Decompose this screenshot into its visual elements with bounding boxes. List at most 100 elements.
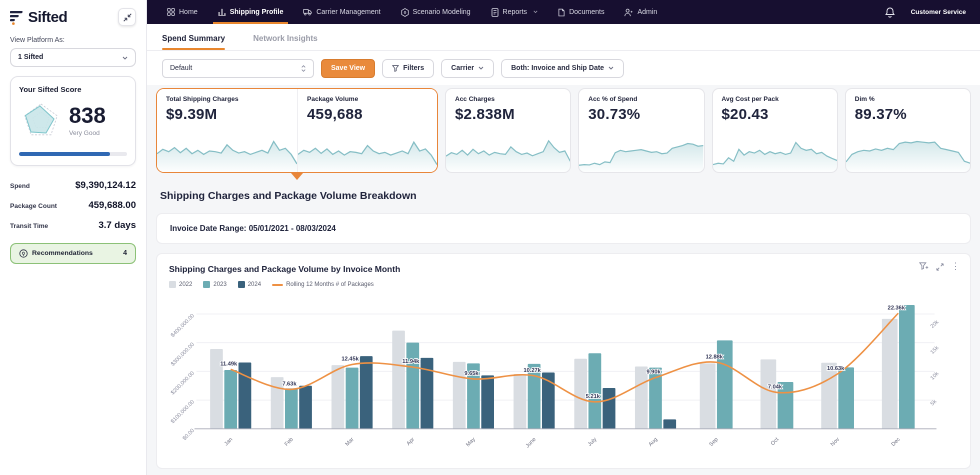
sparkline: [446, 130, 570, 172]
legend-label: 2022: [179, 282, 192, 288]
svg-text:7.63k: 7.63k: [282, 381, 297, 387]
svg-text:20k: 20k: [930, 319, 941, 330]
nav-item-documents[interactable]: Documents: [548, 0, 614, 24]
notifications-bell-button[interactable]: [885, 7, 895, 18]
nav-item-home[interactable]: Home: [157, 0, 208, 24]
svg-text:12.45k: 12.45k: [341, 357, 359, 363]
nav-item-reports[interactable]: Reports: [481, 0, 549, 24]
customer-service-button[interactable]: Customer Service: [911, 9, 966, 16]
sidebar-stats: Spend $9,390,124.12 Package Count 459,68…: [10, 175, 136, 235]
svg-text:10.63k: 10.63k: [827, 366, 845, 372]
tab-network-insights[interactable]: Network Insights: [253, 34, 317, 50]
chevron-down-icon: [533, 10, 538, 14]
kpi-card-acc-pct-of-spend[interactable]: Acc % of Spend 30.73%: [578, 88, 704, 173]
file-icon: [558, 8, 565, 17]
svg-text:$400,000.00: $400,000.00: [170, 313, 196, 339]
nav-label: Admin: [637, 9, 657, 16]
legend-swatch-2024: [238, 281, 245, 288]
kpi-value: $20.43: [713, 103, 837, 123]
chart-menu-button[interactable]: ⋮: [951, 262, 960, 271]
kpi-card-package-volume[interactable]: Package Volume 459,688: [297, 89, 437, 172]
nav-item-admin[interactable]: Admin: [614, 0, 667, 24]
expand-icon: [936, 263, 944, 271]
unfold-more-icon: [301, 65, 306, 72]
svg-text:10.27k: 10.27k: [524, 368, 542, 374]
legend-item-2022[interactable]: 2022: [169, 281, 192, 288]
nav-label: Documents: [569, 9, 604, 16]
nav-item-carrier-management[interactable]: Carrier Management: [293, 0, 390, 24]
chart-controls: ⋮: [919, 262, 960, 271]
chart-title: Shipping Charges and Package Volume by I…: [169, 264, 958, 274]
nav-item-scenario-modeling[interactable]: Scenario Modeling: [391, 0, 481, 24]
stat-row-spend: Spend $9,390,124.12: [10, 175, 136, 195]
funnel-settings-icon: [919, 262, 929, 271]
date-mode-label: Both: Invoice and Ship Date: [511, 65, 604, 72]
chart-expand-button[interactable]: [936, 263, 944, 271]
carrier-select[interactable]: Carrier: [441, 59, 494, 78]
save-view-button[interactable]: Save View: [321, 59, 375, 78]
tab-spend-summary[interactable]: Spend Summary: [162, 34, 225, 50]
svg-text:5.21k: 5.21k: [586, 394, 601, 400]
chevron-down-icon: [478, 66, 484, 70]
nav-label: Shipping Profile: [230, 9, 284, 16]
nav-item-shipping-profile[interactable]: Shipping Profile: [208, 0, 294, 24]
date-mode-select[interactable]: Both: Invoice and Ship Date: [501, 59, 624, 78]
svg-text:$0.00: $0.00: [182, 428, 196, 442]
saved-view-value: Default: [170, 65, 192, 72]
svg-text:June: June: [525, 437, 538, 450]
svg-text:22.36k: 22.36k: [888, 305, 906, 311]
svg-text:Jan: Jan: [224, 437, 234, 447]
kpi-label: Total Shipping Charges: [157, 89, 297, 103]
bell-icon: [885, 7, 895, 18]
view-platform-label: View Platform As:: [10, 37, 136, 44]
platform-select[interactable]: 1 Sifted: [10, 48, 136, 67]
saved-view-select[interactable]: Default: [162, 59, 314, 78]
svg-text:15k: 15k: [930, 345, 941, 356]
svg-text:Nov: Nov: [830, 437, 841, 448]
filters-label: Filters: [403, 65, 424, 72]
svg-text:May: May: [465, 437, 477, 449]
tab-strip: Spend Summary Network Insights: [147, 24, 980, 51]
legend-swatch-2023: [203, 281, 210, 288]
nav-label: Home: [179, 9, 198, 16]
kpi-card-total-shipping-charges[interactable]: Total Shipping Charges $9.39M: [157, 89, 297, 172]
invoice-date-range-text: Invoice Date Range: 05/01/2021 - 08/03/2…: [170, 224, 336, 233]
recommendations-chip[interactable]: Recommendations 4: [10, 243, 136, 264]
sparkline: [713, 130, 837, 172]
legend-item-rolling-line[interactable]: Rolling 12 Months # of Packages: [272, 282, 374, 288]
bar-chart-icon: [218, 8, 226, 16]
kpi-label: Avg Cost per Pack: [713, 89, 837, 103]
invoice-date-range-card: Invoice Date Range: 05/01/2021 - 08/03/2…: [156, 213, 971, 244]
legend-line-swatch: [272, 284, 283, 286]
sifted-logo-icon: [10, 10, 24, 25]
admin-user-icon: [624, 8, 633, 17]
svg-text:July: July: [587, 437, 598, 448]
recommendations-count: 4: [123, 250, 127, 257]
sifted-score-card: Your Sifted Score 838 Very Good: [10, 76, 136, 166]
logo-text: Sifted: [28, 9, 67, 26]
chevron-down-icon: [608, 66, 614, 70]
top-navigation: Home Shipping Profile Carrier Management…: [147, 0, 980, 24]
legend-item-2024[interactable]: 2024: [238, 281, 261, 288]
sidebar-collapse-button[interactable]: [118, 8, 136, 26]
section-title: Shipping Charges and Package Volume Brea…: [156, 190, 971, 202]
kpi-card-dim-pct[interactable]: Dim % 89.37%: [845, 88, 971, 173]
kpi-label: Dim %: [846, 89, 970, 103]
svg-text:Mar: Mar: [345, 437, 356, 448]
chart-filter-button[interactable]: [919, 262, 929, 271]
svg-text:12.88k: 12.88k: [706, 354, 724, 360]
main-content: Total Shipping Charges $9.39M Package Vo…: [147, 85, 980, 475]
kpi-card-avg-cost-per-pack[interactable]: Avg Cost per Pack $20.43: [712, 88, 838, 173]
stat-row-package-count: Package Count 459,688.00: [10, 195, 136, 215]
legend-item-2023[interactable]: 2023: [203, 281, 226, 288]
nav-label: Reports: [503, 9, 528, 16]
chart-legend: 2022 2023 2024 Rolling 12 Months # of Pa…: [169, 281, 958, 288]
logo-row: Sifted: [10, 8, 136, 26]
kpi-card-acc-charges[interactable]: Acc Charges $2.838M: [445, 88, 571, 173]
stat-value: 3.7 days: [99, 220, 137, 231]
hexagon-icon: [401, 8, 409, 17]
legend-label: 2023: [213, 282, 226, 288]
nav-label: Scenario Modeling: [413, 9, 471, 16]
carrier-label: Carrier: [451, 65, 474, 72]
filters-button[interactable]: Filters: [382, 59, 434, 78]
